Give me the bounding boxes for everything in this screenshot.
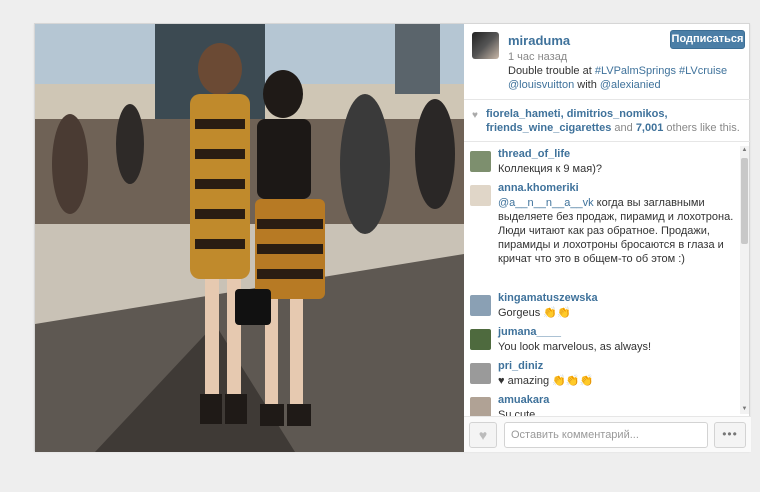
post-card: miraduma 1 час назад Подписаться Double …: [34, 23, 751, 452]
comments-list[interactable]: thread_of_life Коллекция к 9 мая)? anna.…: [464, 144, 751, 416]
comment-username[interactable]: pri_diniz: [498, 360, 543, 372]
comment-username[interactable]: thread_of_life: [498, 148, 570, 160]
comment-avatar[interactable]: [470, 151, 491, 172]
post-sidebar: miraduma 1 час назад Подписаться Double …: [464, 24, 751, 452]
follow-button[interactable]: Подписаться: [670, 30, 745, 49]
likes-text: fiorela_hameti, dimitrios_nomikos, frien…: [486, 107, 744, 135]
comment-avatar[interactable]: [470, 397, 491, 416]
comments-scrollbar[interactable]: ▲ ▼: [740, 146, 749, 414]
scroll-thumb[interactable]: [741, 158, 748, 244]
scroll-up-icon[interactable]: ▲: [740, 146, 749, 155]
post-timestamp: 1 час назад: [508, 51, 568, 63]
ellipsis-icon: •••: [722, 427, 738, 441]
likes-suffix: others like this.: [663, 122, 740, 134]
like-button[interactable]: ♥: [469, 422, 497, 448]
author-username[interactable]: miraduma: [508, 33, 570, 48]
caption-mention-alexianied[interactable]: @alexianied: [600, 79, 661, 91]
comment-text: You look marvelous, as always!: [498, 341, 652, 353]
caption-mention-louisvuitton[interactable]: @louisvuitton: [508, 79, 574, 91]
photo-illustration: [35, 24, 464, 452]
comment-text: @a__n__n__a__vk когда вы заглавными выде…: [498, 196, 738, 266]
comment-avatar[interactable]: [470, 363, 491, 384]
author-avatar[interactable]: [472, 32, 499, 59]
comment-text: Коллекция к 9 мая)?: [498, 163, 602, 175]
comment-avatar[interactable]: [470, 185, 491, 206]
comment-input[interactable]: [504, 422, 708, 448]
comment-text: ♥ amazing 👏👏👏: [498, 375, 594, 387]
comment-username[interactable]: anna.khomeriki: [498, 182, 579, 194]
heart-icon: ♥: [472, 110, 478, 121]
scroll-down-icon[interactable]: ▼: [740, 405, 749, 414]
comment-avatar[interactable]: [470, 295, 491, 316]
likes-count[interactable]: 7,001: [636, 122, 664, 134]
more-options-button[interactable]: •••: [714, 422, 746, 448]
comment-avatar[interactable]: [470, 329, 491, 350]
comment-text: Gorgeus 👏👏: [498, 307, 571, 319]
comment-text: Su cute: [498, 409, 536, 416]
post-footer: ♥ •••: [464, 416, 751, 452]
comment-username[interactable]: kingamatuszewska: [498, 292, 598, 304]
likes-and: and: [611, 122, 636, 134]
comment-username[interactable]: amuakara: [498, 394, 549, 406]
heart-icon: ♥: [478, 427, 488, 443]
caption-hashtags[interactable]: #LVPalmSprings #LVcruise: [595, 65, 727, 77]
comment-username[interactable]: jumana____: [498, 326, 561, 338]
likes-summary: ♥ fiorela_hameti, dimitrios_nomikos, fri…: [464, 101, 751, 142]
comment-mention[interactable]: @a__n__n__a__vk: [498, 197, 594, 209]
post-header: miraduma 1 час назад Подписаться Double …: [464, 24, 751, 100]
caption-with: with: [574, 79, 600, 91]
caption-text: Double trouble at: [508, 65, 592, 77]
post-photo[interactable]: [35, 24, 464, 452]
post-caption: Double trouble at #LVPalmSprings #LVcrui…: [508, 64, 744, 92]
